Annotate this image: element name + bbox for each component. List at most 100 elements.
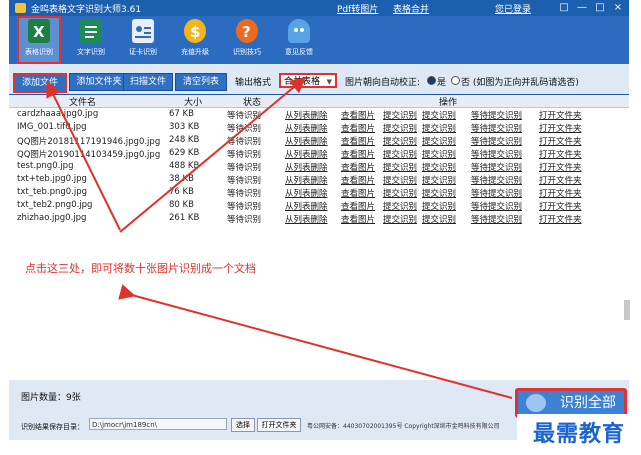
open-folder-link[interactable]: 打开文件夹	[539, 161, 582, 173]
remove-from-list-link[interactable]: 从列表删除	[285, 135, 328, 147]
output-format-select[interactable]: 合并表格 ▼	[279, 73, 337, 88]
open-folder-link[interactable]: 打开文件夹	[539, 122, 582, 134]
submit-recognition-link-2[interactable]: 提交识别	[422, 109, 456, 121]
submit-recognition-link[interactable]: 提交识别	[383, 122, 417, 134]
maximize-button[interactable]: □	[590, 1, 610, 15]
submit-recognition-link[interactable]: 提交识别	[383, 213, 417, 225]
submit-recognition-link-2[interactable]: 提交识别	[422, 187, 456, 199]
remove-from-list-link[interactable]: 从列表删除	[285, 122, 328, 134]
status-cell: 等待识别	[227, 176, 262, 186]
submit-recognition-link-2[interactable]: 提交识别	[422, 148, 456, 160]
remove-from-list-link[interactable]: 从列表删除	[285, 187, 328, 199]
await-submit-link[interactable]: 等待提交识别	[471, 135, 522, 147]
submit-recognition-link-2[interactable]: 提交识别	[422, 200, 456, 212]
submit-recognition-link[interactable]: 提交识别	[383, 200, 417, 212]
coin-icon: $	[184, 19, 206, 43]
submit-recognition-link[interactable]: 提交识别	[383, 109, 417, 121]
remove-from-list-link[interactable]: 从列表删除	[285, 161, 328, 173]
view-image-link[interactable]: 查看图片	[341, 200, 375, 212]
table-row: txt_teb2.png0.jpg 80 KB 等待识别 从列表删除 查看图片 提交识别提…	[9, 199, 629, 212]
await-submit-link[interactable]: 等待提交识别	[471, 187, 522, 199]
view-image-link[interactable]: 查看图片	[341, 174, 375, 186]
filename-cell: txt_teb2.png0.jpg	[17, 200, 93, 210]
toolbar-text-recognition[interactable]: 文字识别	[69, 16, 113, 64]
size-cell: 248 KB	[169, 135, 200, 145]
col-size: 大小	[184, 98, 203, 108]
filename-cell: txt_teb.png0.jpg	[17, 187, 88, 197]
save-path-input[interactable]: D:\jmocr\jm189cn\	[89, 418, 227, 430]
status-cell: 等待识别	[227, 189, 262, 199]
view-image-link[interactable]: 查看图片	[341, 187, 375, 199]
view-image-link[interactable]: 查看图片	[341, 213, 375, 225]
submit-recognition-link-2[interactable]: 提交识别	[422, 174, 456, 186]
size-cell: 629 KB	[169, 148, 200, 158]
submit-recognition-link-2[interactable]: 提交识别	[422, 213, 456, 225]
skin-button[interactable]: □	[554, 1, 574, 15]
orientation-no-radio[interactable]	[451, 76, 460, 85]
remove-from-list-link[interactable]: 从列表删除	[285, 213, 328, 225]
action-bar: 添加文件 添加文件夹 扫描文件 清空列表 输出格式 合并表格 ▼ 图片朝向自动校…	[9, 64, 629, 94]
await-submit-link[interactable]: 等待提交识别	[471, 109, 522, 121]
scrollbar[interactable]	[624, 300, 630, 320]
open-folder-link[interactable]: 打开文件夹	[539, 213, 582, 225]
add-folder-button[interactable]: 添加文件夹	[69, 73, 129, 91]
table-merge-link[interactable]: 表格合并	[393, 2, 429, 15]
window-title: 金鸣表格文字识别大师3.61	[31, 5, 142, 15]
login-status-link[interactable]: 您已登录	[495, 2, 531, 15]
table-row: zhizhao.jpg0.jpg 261 KB 等待识别 从列表删除 查看图片 提交识别提…	[9, 212, 629, 225]
toolbar-recharge-upgrade[interactable]: $ 充值升级	[173, 16, 217, 64]
close-button[interactable]: ×	[608, 1, 628, 15]
view-image-link[interactable]: 查看图片	[341, 161, 375, 173]
open-folder-link[interactable]: 打开文件夹	[539, 187, 582, 199]
orientation-yes-radio[interactable]	[427, 76, 436, 85]
await-submit-link[interactable]: 等待提交识别	[471, 213, 522, 225]
size-cell: 488 KB	[169, 161, 200, 171]
open-folder-link[interactable]: 打开文件夹	[539, 200, 582, 212]
toolbar-card-recognition[interactable]: 证卡识别	[121, 16, 165, 64]
submit-recognition-link-2[interactable]: 提交识别	[422, 161, 456, 173]
help-icon: ?	[236, 19, 258, 43]
toolbar-feedback[interactable]: 意见反馈	[277, 16, 321, 64]
submit-recognition-link[interactable]: 提交识别	[383, 187, 417, 199]
filename-cell: QQ图片20190114103459.jpg0.jpg	[17, 150, 161, 160]
remove-from-list-link[interactable]: 从列表删除	[285, 174, 328, 186]
size-cell: 38 KB	[169, 174, 194, 184]
view-image-link[interactable]: 查看图片	[341, 135, 375, 147]
view-image-link[interactable]: 查看图片	[341, 109, 375, 121]
remove-from-list-link[interactable]: 从列表删除	[285, 109, 328, 121]
remove-from-list-link[interactable]: 从列表删除	[285, 200, 328, 212]
submit-recognition-link[interactable]: 提交识别	[383, 148, 417, 160]
open-folder-link[interactable]: 打开文件夹	[539, 109, 582, 121]
submit-recognition-link[interactable]: 提交识别	[383, 161, 417, 173]
table-row: QQ图片20181117191946.jpg0.jpg 248 KB 等待识别 从列表…	[9, 134, 629, 147]
pdf-to-image-link[interactable]: Pdf转图片	[337, 2, 378, 15]
submit-recognition-link-2[interactable]: 提交识别	[422, 135, 456, 147]
choose-dir-button[interactable]: 选择	[231, 418, 255, 432]
await-submit-link[interactable]: 等待提交识别	[471, 122, 522, 134]
status-cell: 等待识别	[227, 150, 262, 160]
open-folder-link[interactable]: 打开文件夹	[539, 135, 582, 147]
await-submit-link[interactable]: 等待提交识别	[471, 174, 522, 186]
clear-list-button[interactable]: 清空列表	[175, 73, 227, 91]
minimize-button[interactable]: —	[572, 1, 592, 15]
open-folder-button[interactable]: 打开文件夹	[257, 418, 301, 432]
recognize-icon	[526, 394, 546, 412]
await-submit-link[interactable]: 等待提交识别	[471, 148, 522, 160]
remove-from-list-link[interactable]: 从列表删除	[285, 148, 328, 160]
table-row: QQ图片20190114103459.jpg0.jpg 629 KB 等待识别 从列表…	[9, 147, 629, 160]
open-folder-link[interactable]: 打开文件夹	[539, 148, 582, 160]
view-image-link[interactable]: 查看图片	[341, 148, 375, 160]
open-folder-link[interactable]: 打开文件夹	[539, 174, 582, 186]
submit-recognition-link-2[interactable]: 提交识别	[422, 122, 456, 134]
view-image-link[interactable]: 查看图片	[341, 122, 375, 134]
await-submit-link[interactable]: 等待提交识别	[471, 200, 522, 212]
filename-cell: txt+teb.jpg0.jpg	[17, 174, 87, 184]
add-file-button[interactable]: 添加文件	[13, 73, 67, 93]
toolbar-table-recognition[interactable]: X 表格识别	[17, 16, 61, 64]
app-window: 金鸣表格文字识别大师3.61 Pdf转图片 表格合并 您已登录 □ — □ × …	[9, 0, 629, 440]
submit-recognition-link[interactable]: 提交识别	[383, 174, 417, 186]
toolbar-recognition-tips[interactable]: ? 识别技巧	[225, 16, 269, 64]
submit-recognition-link[interactable]: 提交识别	[383, 135, 417, 147]
await-submit-link[interactable]: 等待提交识别	[471, 161, 522, 173]
scan-file-button[interactable]: 扫描文件	[123, 73, 173, 91]
